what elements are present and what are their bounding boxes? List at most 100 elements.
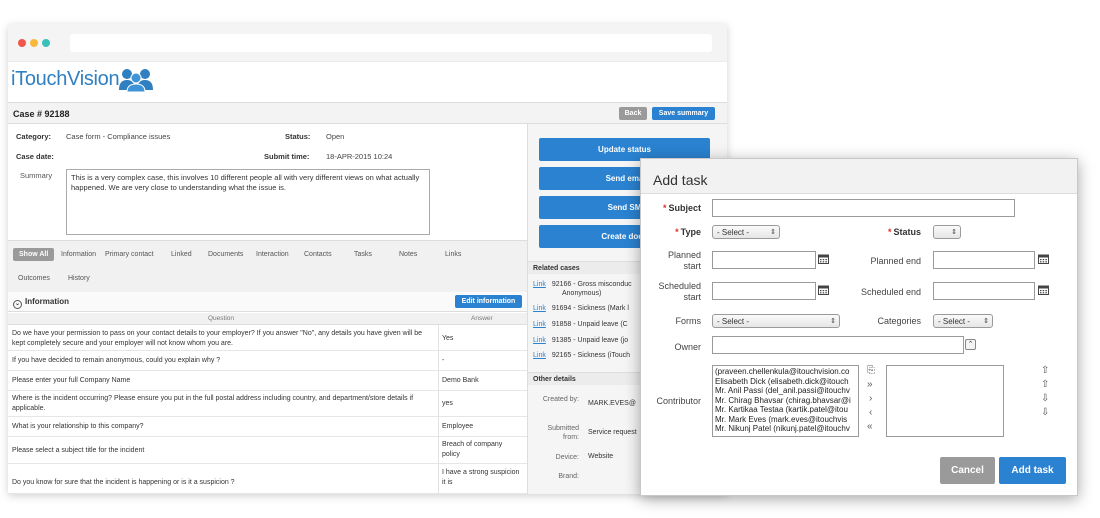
minimize-window-dot[interactable] <box>30 39 38 47</box>
scheduled-end-input[interactable] <box>933 282 1035 300</box>
planned-end-label: Planned end <box>870 256 921 266</box>
list-item[interactable]: Elisabeth Dick (elisabeth.dick@itouch <box>715 377 856 387</box>
modal-header: Add task <box>641 159 1077 194</box>
list-item[interactable]: (praveen.chellenkula@itouchvision.co <box>715 367 856 377</box>
list-item[interactable]: Mr. Anil Passi (del_anil.passi@itouchv <box>715 386 856 396</box>
table-row: If you have decided to remain anonymous,… <box>8 351 527 371</box>
forms-select[interactable]: - Select - ⇕ <box>712 314 840 328</box>
calendar-icon[interactable] <box>818 254 829 264</box>
tab-linked[interactable]: Linked <box>171 251 192 258</box>
tab-contacts[interactable]: Contacts <box>304 251 332 258</box>
list-item[interactable]: Mr. Kartikaa Testaa (kartik.patel@itou <box>715 405 856 415</box>
type-select[interactable]: - Select - ⇕ <box>712 225 780 239</box>
move-up-icon[interactable]: ⇧ <box>1041 380 1049 390</box>
modal-title: Add task <box>653 172 708 188</box>
tab-documents[interactable]: Documents <box>208 251 243 258</box>
related-case-text: 91694 - Sickness (Mark l <box>551 305 629 312</box>
status-value: Open <box>326 132 345 141</box>
select-arrows-icon: ⇕ <box>951 229 957 236</box>
forms-select-value: - Select - <box>717 317 750 326</box>
summary-textarea[interactable]: This is a very complex case, this involv… <box>66 169 430 235</box>
information-header: ⌄ Information Edit information <box>8 292 527 312</box>
list-item[interactable]: Mr. Chirag Bhavsar (chirag.bhavsar@i <box>715 396 856 406</box>
address-bar[interactable] <box>70 34 712 52</box>
question-cell: Please select a subject title for the in… <box>12 447 145 454</box>
related-case-link[interactable]: Link <box>533 352 546 359</box>
category-value: Case form - Compliance issues <box>66 132 171 141</box>
save-summary-button[interactable]: Save summary <box>652 107 715 120</box>
add-task-button[interactable]: Add task <box>999 457 1066 484</box>
move-right-icon[interactable]: › <box>869 394 872 404</box>
table-row: Do we have your permission to pass on yo… <box>8 326 527 351</box>
subject-input[interactable] <box>712 199 1015 217</box>
question-cell: Do you know for sure that the incident i… <box>12 479 235 486</box>
copy-icon[interactable]: ⎘ <box>867 366 875 376</box>
planned-start-input[interactable] <box>712 251 816 269</box>
tab-information[interactable]: Information <box>61 251 96 258</box>
contributor-available-list[interactable]: (praveen.chellenkula@itouchvision.co Eli… <box>712 365 859 437</box>
select-arrows-icon: ⇕ <box>983 318 989 325</box>
move-left-icon[interactable]: ‹ <box>869 408 872 418</box>
question-cell: What is your relationship to this compan… <box>12 423 144 430</box>
answer-cell: I have a strong suspicion it is <box>442 469 520 486</box>
required-asterisk: * <box>662 203 667 213</box>
scheduled-start-input[interactable] <box>712 282 816 300</box>
cancel-button[interactable]: Cancel <box>940 457 995 484</box>
planned-end-input[interactable] <box>933 251 1035 269</box>
owner-input[interactable] <box>712 336 964 354</box>
tab-links[interactable]: Links <box>445 251 461 258</box>
move-all-left-icon[interactable]: « <box>867 422 873 432</box>
qa-table-header: Question Answer <box>8 313 527 325</box>
close-window-dot[interactable] <box>18 39 26 47</box>
tab-history[interactable]: History <box>68 275 90 282</box>
add-task-modal: Add task * Subject * Type - Select - ⇕ * Sta… <box>640 158 1078 496</box>
move-bottom-icon[interactable]: ⇩ <box>1041 408 1049 418</box>
list-item[interactable]: Mr. Mark Eves (mark.eves@itouchvis <box>715 415 856 425</box>
question-cell: Where is the incident occurring? Please … <box>12 395 414 412</box>
device-label: Device: <box>555 454 579 461</box>
maximize-window-dot[interactable] <box>42 39 50 47</box>
move-top-icon[interactable]: ⇧ <box>1041 366 1049 376</box>
related-case-link[interactable]: Link <box>533 321 546 328</box>
move-all-right-icon[interactable]: » <box>867 380 873 390</box>
tab-notes[interactable]: Notes <box>399 251 417 258</box>
categories-select[interactable]: - Select - ⇕ <box>933 314 993 328</box>
related-case-link[interactable]: Link <box>533 337 546 344</box>
related-case-text: 91858 - Unpaid leave (C <box>551 321 628 328</box>
logo-text: iTouchVision <box>11 68 120 90</box>
tab-show-all[interactable]: Show All <box>13 248 55 261</box>
created-by-label: Created by: <box>542 396 579 403</box>
tab-tasks[interactable]: Tasks <box>354 251 372 258</box>
planned-start-label: Planned start <box>667 250 701 271</box>
related-case-text: 91385 - Unpaid leave (jo <box>551 337 629 344</box>
information-title[interactable]: ⌄ Information <box>13 297 69 309</box>
tab-outcomes[interactable]: Outcomes <box>18 275 50 282</box>
related-case-item: Link 91858 - Unpaid leave (C <box>533 321 628 328</box>
related-case-link[interactable]: Link <box>533 281 546 288</box>
list-item[interactable]: Mr. Nikunj Patel (nikunj.patel@itouchv <box>715 424 856 434</box>
contributor-selected-list[interactable] <box>886 365 1004 437</box>
status-field-label: * Status <box>871 227 921 238</box>
summary-label: Summary <box>20 171 53 180</box>
edit-information-button[interactable]: Edit information <box>455 295 522 308</box>
browser-window: iTouchVision Case # 92188 Back Save summ… <box>8 24 727 494</box>
tab-primary-contact[interactable]: Primary contact <box>105 251 154 258</box>
submit-time-value: 18-APR-2015 10:24 <box>326 152 393 161</box>
related-case-item: Link 92165 - Sickness (iTouch <box>533 352 630 359</box>
related-case-item: Link 92166 - Gross misconduc <box>533 281 632 288</box>
move-down-icon[interactable]: ⇩ <box>1041 394 1049 404</box>
scheduled-end-label: Scheduled end <box>860 287 921 297</box>
calendar-icon[interactable] <box>1038 254 1049 264</box>
calendar-icon[interactable] <box>818 285 829 295</box>
subject-label: * Subject <box>661 203 701 214</box>
chevron-up-icon[interactable]: ⌃ <box>965 339 976 350</box>
related-case-link[interactable]: Link <box>533 305 546 312</box>
forms-label: Forms <box>675 316 702 326</box>
calendar-icon[interactable] <box>1038 285 1049 295</box>
tab-interaction[interactable]: Interaction <box>256 251 289 258</box>
submit-time-label: Submit time: <box>264 152 310 161</box>
answer-cell: Yes <box>442 335 454 342</box>
back-button[interactable]: Back <box>619 107 647 120</box>
status-select[interactable]: ⇕ <box>933 225 961 239</box>
collapse-chevron-icon[interactable]: ⌄ <box>13 300 22 309</box>
